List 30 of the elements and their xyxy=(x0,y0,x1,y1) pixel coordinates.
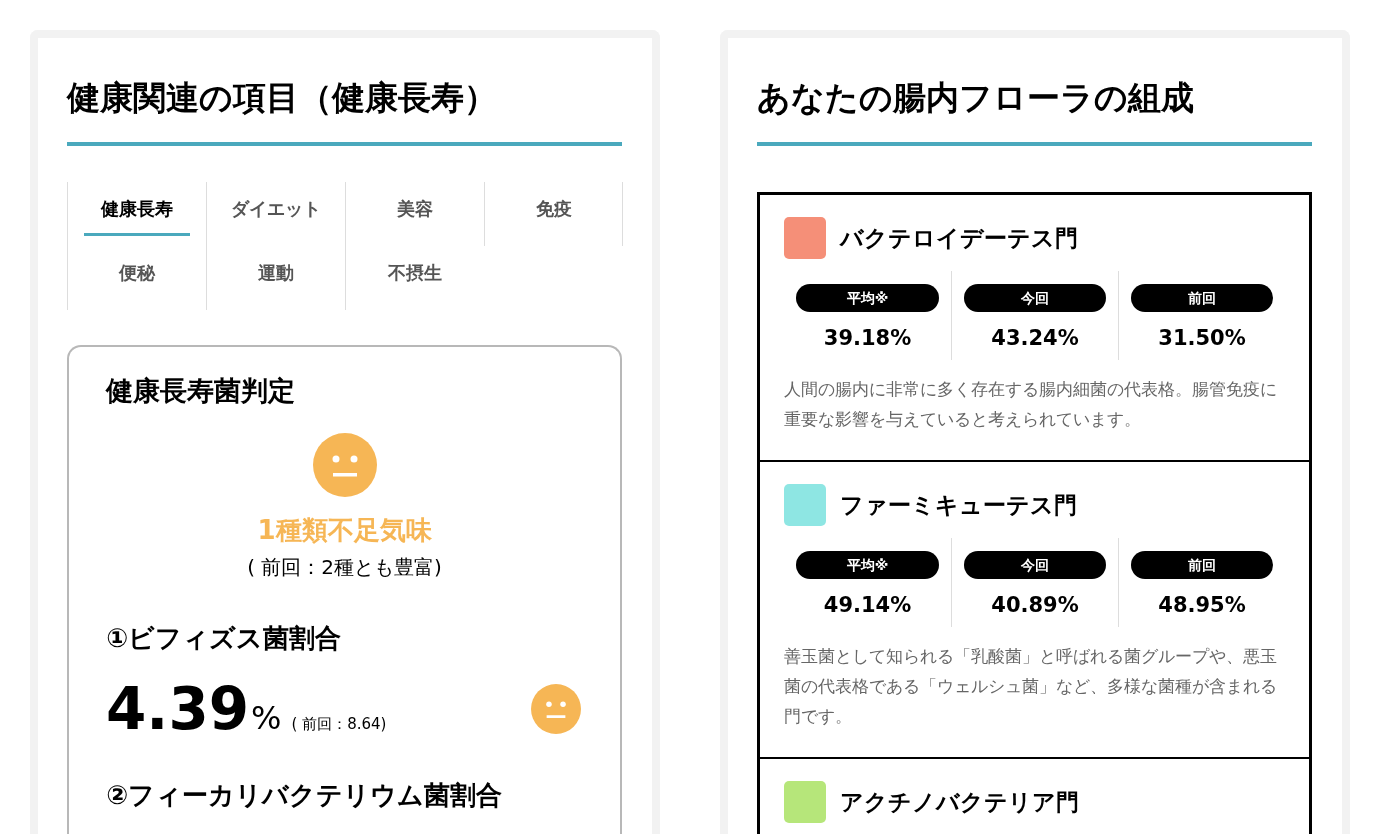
stat-value: 43.24% xyxy=(991,326,1079,350)
stat-label: 平均※ xyxy=(796,551,939,579)
stat-label: 今回 xyxy=(964,551,1106,579)
stat-label: 平均※ xyxy=(796,284,939,312)
stat-label: 前回 xyxy=(1131,551,1273,579)
phylum-name: アクチノバクテリア門 xyxy=(840,787,1079,817)
tab[interactable]: 免疫 xyxy=(484,182,623,246)
phylum-description: 善玉菌として知られる「乳酸菌」と呼ばれる菌グループや、悪玉菌の代表格である「ウェルシュ菌」など、多様な菌種が含まれる門です。 xyxy=(784,645,1278,728)
stat-value: 48.95% xyxy=(1158,593,1246,617)
stat-value: 31.50% xyxy=(1158,326,1246,350)
previous-result: ( 前回：2種とも豊富) xyxy=(247,554,442,581)
judgement-result: 1種類不足気味 xyxy=(257,514,432,547)
phylum-name: バクテロイデーテス門 xyxy=(840,223,1078,253)
metric-title: ②フィーカリバクテリウム菌割合 xyxy=(106,779,503,812)
neutral-face-icon xyxy=(312,433,377,497)
metric-value: 4.39 xyxy=(106,680,250,738)
metric-title: ①ビフィズス菌割合 xyxy=(106,622,342,655)
metric-unit: % xyxy=(251,699,282,737)
stat-value: 39.18% xyxy=(823,326,912,350)
panel-title: 健康長寿菌判定 xyxy=(106,374,295,408)
stat-label: 前回 xyxy=(1131,284,1273,312)
phylum-description: 人間の腸内に非常に多く存在する腸内細菌の代表格。腸管免疫に重要な影響を与えていると考えられています。 xyxy=(784,378,1278,431)
section-title: あなたの腸内フローラの組成 xyxy=(757,77,1195,119)
neutral-face-icon xyxy=(531,684,581,734)
stat-value: 49.14% xyxy=(823,593,912,617)
phylum-name: ファーミキューテス門 xyxy=(840,490,1077,520)
stat-value: 40.89% xyxy=(991,593,1079,617)
section-title: 健康関連の項目（健康長寿） xyxy=(67,77,498,119)
stat-label: 今回 xyxy=(964,284,1106,312)
previous-value: ( 前回：8.64) xyxy=(291,715,387,734)
